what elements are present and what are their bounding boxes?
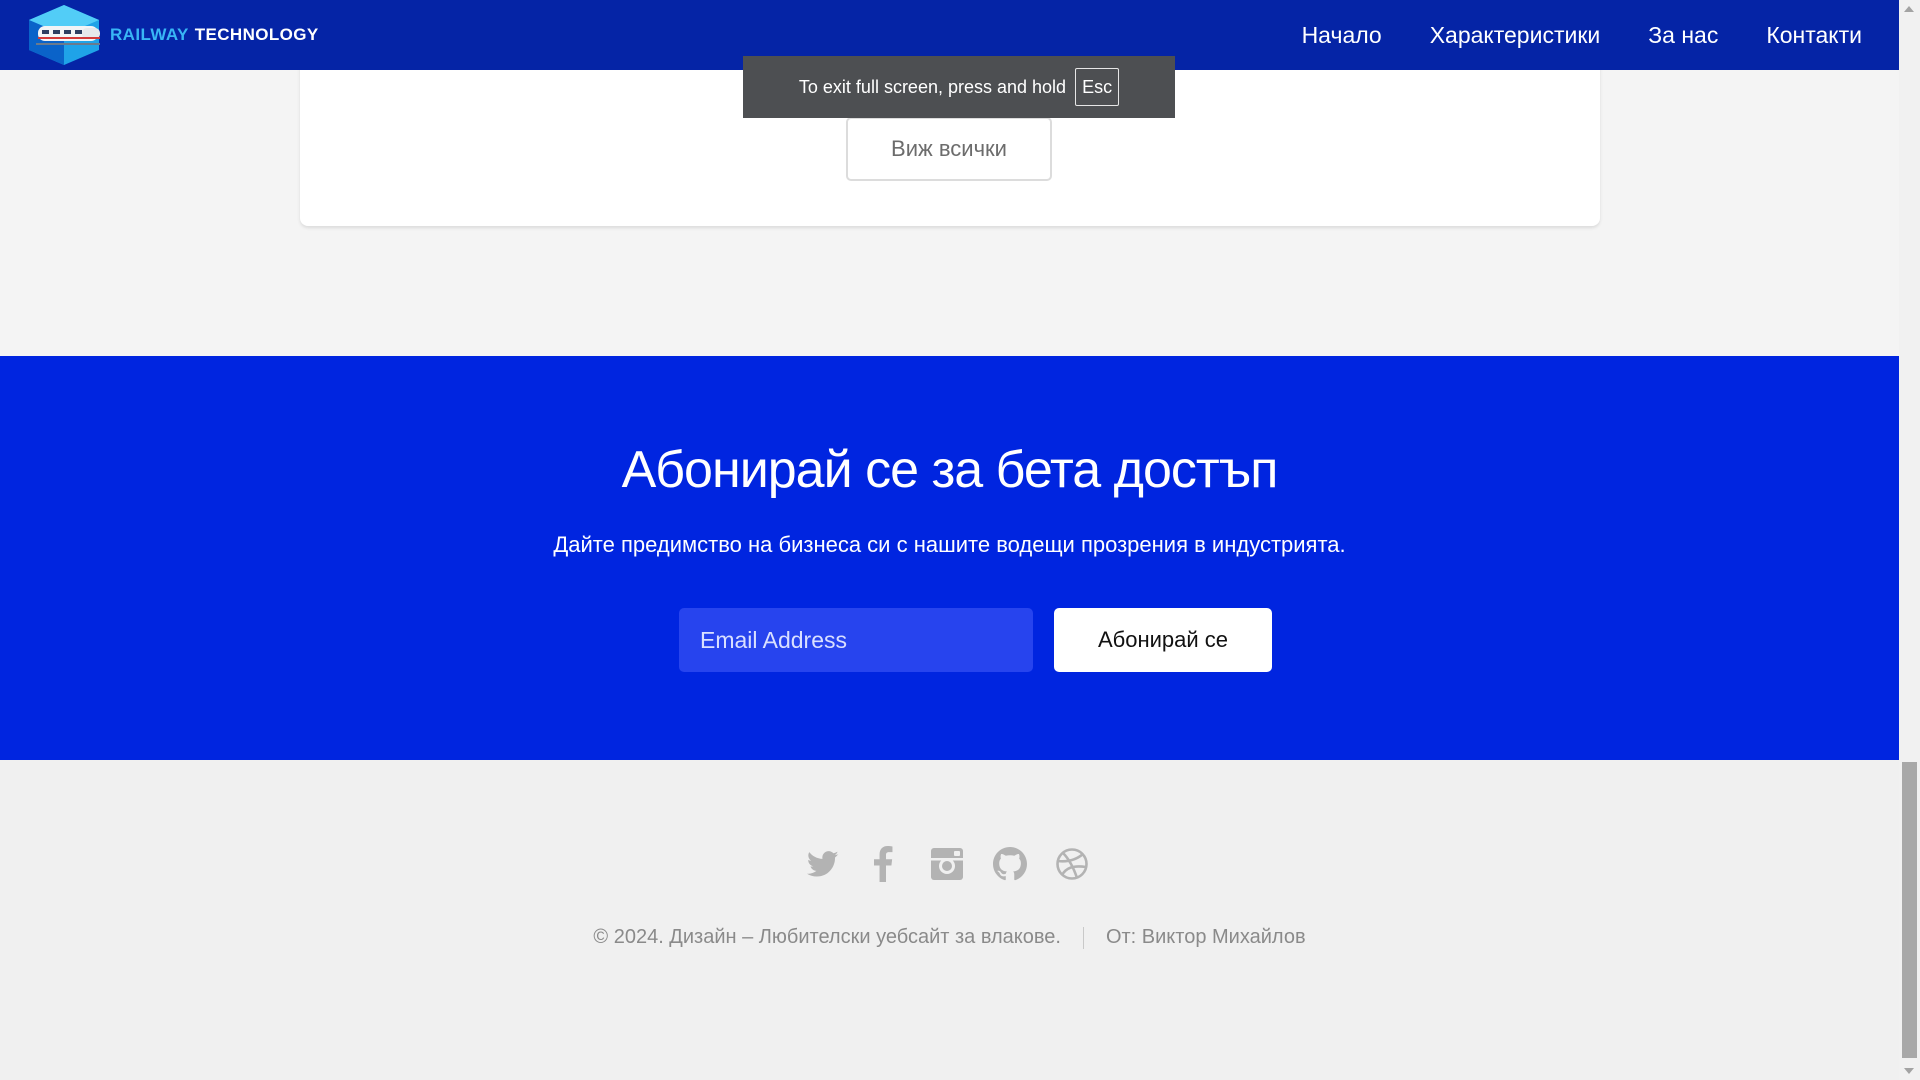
subscribe-button[interactable]: Абонирай се [1054,608,1272,672]
email-input[interactable] [679,608,1033,672]
train-logo-icon [29,5,100,65]
dribbble-icon[interactable] [1055,847,1089,881]
author-credit: От: Виктор Михайлов [1105,926,1306,948]
view-all-button[interactable]: Виж всички [846,117,1052,181]
brand-name-first: RAILWAY [110,25,189,44]
esc-key-hint: Esc [1075,68,1120,106]
subscribe-title: Абонирай се за бета достъп [621,441,1279,499]
nav-link-features[interactable]: Характеристики [1430,22,1601,49]
scrollbar-thumb[interactable] [1902,762,1917,1058]
instagram-icon[interactable] [930,847,964,881]
brand-name: RAILWAY TECHNOLOGY [110,25,319,45]
subscribe-section: Абонирай се за бета достъп Дайте предимс… [0,356,1899,760]
main-nav: Начало Характеристики За нас Контакти [1302,0,1862,70]
nav-link-contacts[interactable]: Контакти [1766,22,1862,49]
facebook-icon[interactable] [872,846,894,882]
footer-divider [1082,926,1084,949]
page-scrollbar[interactable] [1899,0,1920,1080]
scroll-down-arrow-icon[interactable] [1904,1068,1914,1074]
nav-link-home[interactable]: Начало [1302,22,1382,49]
scroll-up-arrow-icon[interactable] [1904,6,1914,12]
nav-link-about[interactable]: За нас [1648,22,1718,49]
footer: © 2024. Дизайн – Любителски уебсайт за в… [0,760,1899,1080]
github-icon[interactable] [993,847,1027,881]
copyright-text: © 2024. Дизайн – Любителски уебсайт за в… [593,926,1061,948]
fullscreen-notice-text: To exit full screen, press and hold [798,76,1067,97]
brand-logo-link[interactable]: RAILWAY TECHNOLOGY [26,4,319,66]
brand-name-second: TECHNOLOGY [194,25,319,44]
fullscreen-exit-notice: To exit full screen, press and hold Esc [743,56,1175,118]
copyright-line: © 2024. Дизайн – Любителски уебсайт за в… [0,926,1899,949]
twitter-icon[interactable] [805,848,841,880]
social-links [805,844,1089,884]
subscribe-description: Дайте предимство на бизнеса си с нашите … [553,532,1346,557]
